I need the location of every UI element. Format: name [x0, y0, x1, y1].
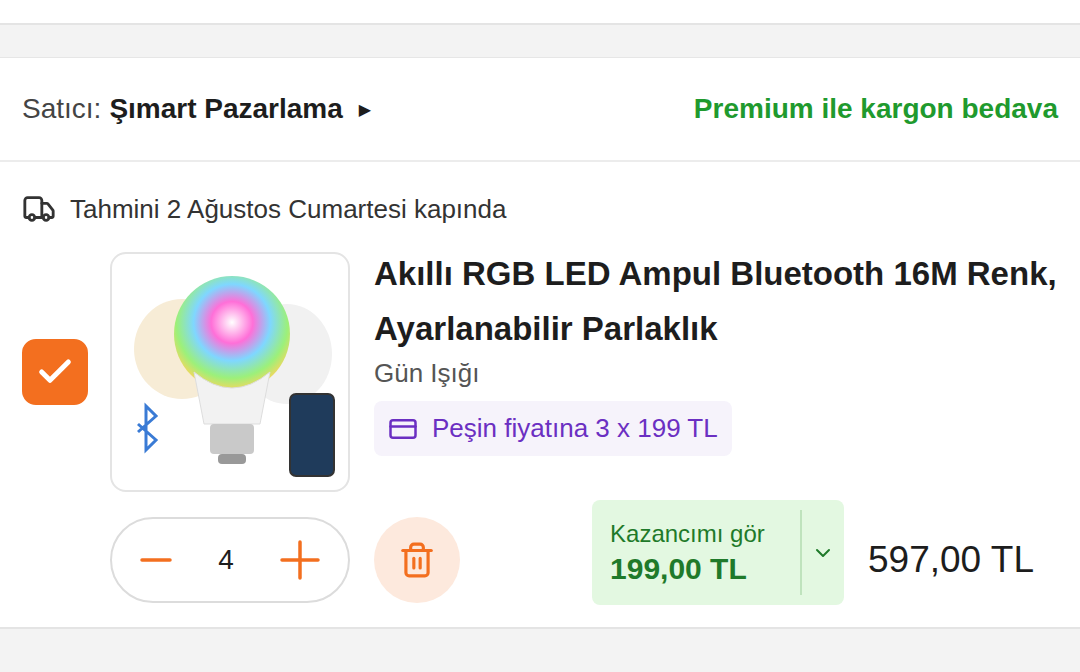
decrease-button[interactable] — [134, 538, 178, 582]
savings-label: Kazancımı gör — [610, 520, 800, 548]
delivery-text: Tahmini 2 Ağustos Cumartesi kapında — [70, 194, 506, 225]
arrow-icon: ▶ — [359, 100, 371, 119]
cart-card: Satıcı:Şımart Pazarlama ▶ Premium ile karg… — [0, 57, 1080, 629]
savings-button[interactable]: Kazancımı gör 199,00 TL — [592, 500, 844, 605]
product-variant: Gün Işığı — [374, 358, 1058, 389]
product-image — [112, 254, 350, 492]
top-strip — [0, 0, 1080, 25]
product-title[interactable]: Akıllı RGB LED Ampul Bluetooth 16M Renk,… — [374, 246, 1058, 356]
quantity-stepper: 4 — [110, 517, 350, 603]
savings-amount: 199,00 TL — [610, 552, 800, 586]
check-icon — [35, 352, 75, 392]
seller-label: Satıcı: — [22, 93, 101, 125]
installment-badge: Peşin fiyatına 3 x 199 TL — [374, 401, 732, 456]
trash-icon — [398, 541, 436, 579]
quantity-value[interactable]: 4 — [218, 544, 234, 576]
truck-icon — [22, 192, 56, 226]
action-row: 4 Kazancımı gör 199,00 TL 597,00 TL — [0, 492, 1080, 605]
seller-row: Satıcı:Şımart Pazarlama ▶ Premium ile karg… — [0, 58, 1080, 162]
item-price: 597,00 TL — [868, 539, 1034, 581]
product-info: Akıllı RGB LED Ampul Bluetooth 16M Renk,… — [374, 252, 1058, 456]
installment-text: Peşin fiyatına 3 x 199 TL — [432, 413, 718, 444]
cart-page: Satıcı:Şımart Pazarlama ▶ Premium ile karg… — [0, 0, 1080, 672]
delivery-row: Tahmini 2 Ağustos Cumartesi kapında — [0, 162, 1080, 240]
seller-name: Şımart Pazarlama — [109, 93, 342, 125]
plus-icon — [278, 538, 322, 582]
chevron-down-icon — [811, 541, 835, 565]
product-thumbnail[interactable] — [110, 252, 350, 492]
seller-link[interactable]: Satıcı:Şımart Pazarlama ▶ — [22, 93, 371, 125]
delete-button[interactable] — [374, 517, 460, 603]
item-checkbox[interactable] — [22, 339, 88, 405]
product-row: Akıllı RGB LED Ampul Bluetooth 16M Renk,… — [0, 240, 1080, 492]
minus-icon — [138, 542, 174, 578]
increase-button[interactable] — [274, 534, 326, 586]
card-icon — [388, 414, 418, 444]
shipping-promo: Premium ile kargon bedava — [694, 93, 1058, 125]
